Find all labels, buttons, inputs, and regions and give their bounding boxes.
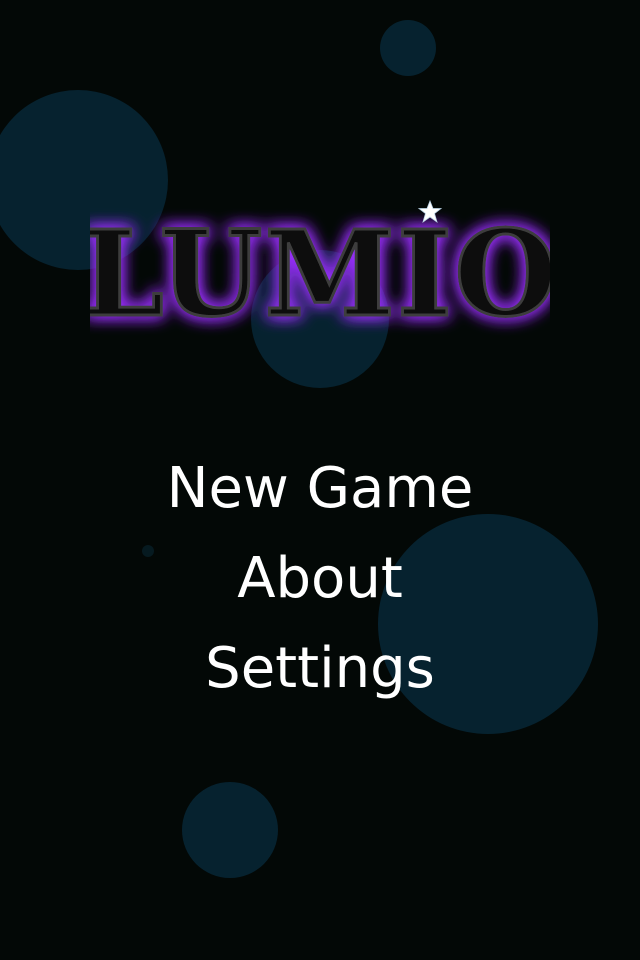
background-bubble xyxy=(380,20,436,76)
game-logo: LUMIO xyxy=(90,190,550,340)
main-menu-screen: LUMIO New Game About Settings xyxy=(0,0,640,960)
new-game-button[interactable]: New Game xyxy=(0,455,640,545)
about-button[interactable]: About xyxy=(0,545,640,635)
main-menu: New Game About Settings xyxy=(0,455,640,725)
logo-svg: LUMIO xyxy=(90,199,550,340)
settings-button[interactable]: Settings xyxy=(0,635,640,725)
logo-text: LUMIO xyxy=(90,204,550,340)
background-bubble xyxy=(182,782,278,878)
